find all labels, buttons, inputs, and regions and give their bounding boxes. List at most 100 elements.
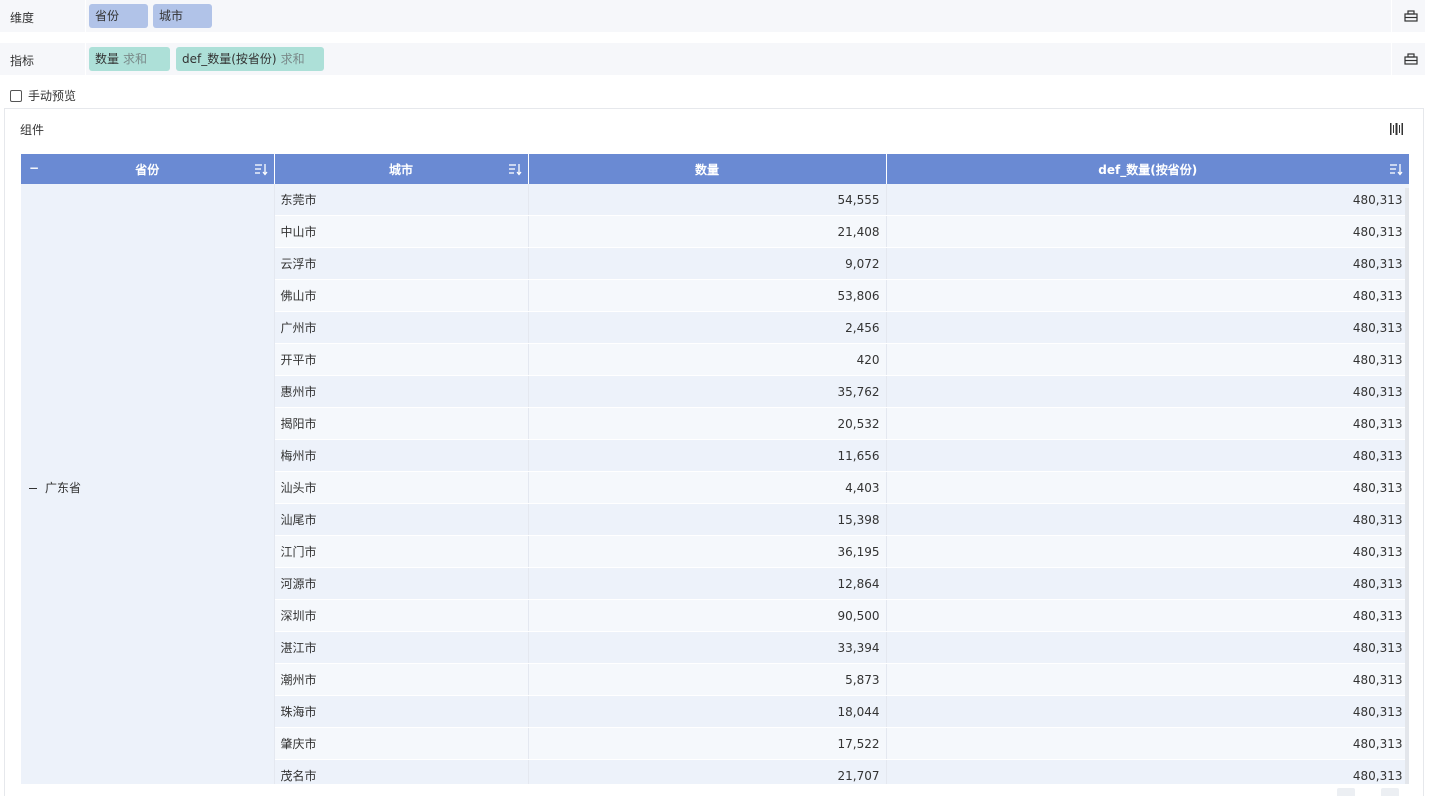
city-cell: 江门市 bbox=[274, 535, 529, 568]
def-quantity-cell: 480,313 bbox=[886, 215, 1409, 248]
def-quantity-cell: 480,313 bbox=[886, 631, 1409, 664]
city-cell: 汕头市 bbox=[274, 471, 529, 504]
settings-box-icon[interactable] bbox=[1403, 8, 1419, 24]
header-def-quantity[interactable]: def_数量(按省份) bbox=[886, 154, 1409, 184]
quantity-cell: 90,500 bbox=[528, 599, 887, 632]
component-panel: 组件 − 省份 城市 数量 def_数量(按省份) 广东省 东莞市 54,555… bbox=[4, 108, 1424, 796]
dimension-label: 维度 bbox=[10, 11, 35, 25]
quantity-cell: 12,864 bbox=[528, 567, 887, 600]
def-quantity-cell: 480,313 bbox=[886, 695, 1409, 728]
city-cell: 茂名市 bbox=[274, 759, 529, 784]
def-quantity-cell: 480,313 bbox=[886, 407, 1409, 440]
metric-row: 指标 数量 求和 def_数量(按省份) 求和 bbox=[0, 43, 1425, 75]
city-cell: 深圳市 bbox=[274, 599, 529, 632]
sort-icon[interactable] bbox=[508, 162, 522, 176]
def-quantity-cell: 480,313 bbox=[886, 471, 1409, 504]
quantity-cell: 11,656 bbox=[528, 439, 887, 472]
sort-icon[interactable] bbox=[254, 162, 268, 176]
def-quantity-cell: 480,313 bbox=[886, 247, 1409, 280]
city-cell: 潮州市 bbox=[274, 663, 529, 696]
def-quantity-cell: 480,313 bbox=[886, 599, 1409, 632]
dimension-chip-province[interactable]: 省份 bbox=[89, 4, 148, 28]
barcode-icon[interactable] bbox=[1389, 122, 1405, 136]
data-table: − 省份 城市 数量 def_数量(按省份) 广东省 东莞市 54,555 48… bbox=[21, 154, 1409, 784]
def-quantity-cell: 480,313 bbox=[886, 503, 1409, 536]
def-quantity-cell: 480,313 bbox=[886, 663, 1409, 696]
metric-chip-name: def_数量(按省份) bbox=[182, 52, 277, 66]
manual-preview-toggle[interactable]: 手动预览 bbox=[10, 87, 76, 104]
metric-chip-def-quantity[interactable]: def_数量(按省份) 求和 bbox=[176, 47, 324, 71]
city-cell: 珠海市 bbox=[274, 695, 529, 728]
city-cell: 河源市 bbox=[274, 567, 529, 600]
city-cell: 汕尾市 bbox=[274, 503, 529, 536]
header-quantity[interactable]: 数量 bbox=[528, 154, 887, 184]
city-cell: 云浮市 bbox=[274, 247, 529, 280]
city-cell: 东莞市 bbox=[274, 184, 529, 216]
def-quantity-cell: 480,313 bbox=[886, 535, 1409, 568]
quantity-cell: 9,072 bbox=[528, 247, 887, 280]
city-cell: 惠州市 bbox=[274, 375, 529, 408]
city-cell: 梅州市 bbox=[274, 439, 529, 472]
quantity-cell: 53,806 bbox=[528, 279, 887, 312]
manual-preview-checkbox[interactable] bbox=[10, 89, 22, 102]
def-quantity-cell: 480,313 bbox=[886, 567, 1409, 600]
manual-preview-label: 手动预览 bbox=[28, 89, 77, 103]
def-quantity-cell: 480,313 bbox=[886, 759, 1409, 784]
city-cell: 湛江市 bbox=[274, 631, 529, 664]
quantity-cell: 15,398 bbox=[528, 503, 887, 536]
quantity-cell: 17,522 bbox=[528, 727, 887, 760]
def-quantity-cell: 480,313 bbox=[886, 311, 1409, 344]
quantity-cell: 5,873 bbox=[528, 663, 887, 696]
header-label: def_数量(按省份) bbox=[1098, 162, 1198, 177]
city-cell: 肇庆市 bbox=[274, 727, 529, 760]
vertical-scrollbar[interactable] bbox=[1405, 188, 1409, 784]
sort-icon[interactable] bbox=[1389, 162, 1403, 176]
city-cell: 广州市 bbox=[274, 311, 529, 344]
dimension-drop-area[interactable]: 省份 城市 bbox=[85, 0, 1392, 32]
quantity-cell: 21,707 bbox=[528, 759, 887, 784]
header-province[interactable]: − 省份 bbox=[21, 154, 275, 184]
def-quantity-cell: 480,313 bbox=[886, 375, 1409, 408]
quantity-cell: 20,532 bbox=[528, 407, 887, 440]
metric-label: 指标 bbox=[10, 54, 35, 68]
table-row: 广东省 东莞市 54,555 480,313 bbox=[21, 184, 1409, 784]
pagination-current[interactable] bbox=[1359, 788, 1377, 796]
def-quantity-cell: 480,313 bbox=[886, 727, 1409, 760]
city-cell: 开平市 bbox=[274, 343, 529, 376]
city-cell: 揭阳市 bbox=[274, 407, 529, 440]
pagination bbox=[1337, 788, 1399, 796]
city-cell: 佛山市 bbox=[274, 279, 529, 312]
header-city[interactable]: 城市 bbox=[274, 154, 529, 184]
quantity-cell: 18,044 bbox=[528, 695, 887, 728]
metric-chip-agg: 求和 bbox=[280, 52, 305, 66]
table-header-row: − 省份 城市 数量 def_数量(按省份) bbox=[21, 154, 1409, 184]
quantity-cell: 36,195 bbox=[528, 535, 887, 568]
quantity-cell: 54,555 bbox=[528, 184, 887, 216]
header-label: 城市 bbox=[388, 162, 413, 177]
def-quantity-cell: 480,313 bbox=[886, 279, 1409, 312]
def-quantity-cell: 480,313 bbox=[886, 343, 1409, 376]
metric-chip-quantity[interactable]: 数量 求和 bbox=[89, 47, 170, 71]
province-cell[interactable]: 广东省 bbox=[21, 184, 275, 784]
settings-box-icon[interactable] bbox=[1403, 51, 1419, 67]
header-label: 数量 bbox=[694, 162, 719, 177]
quantity-cell: 420 bbox=[528, 343, 887, 376]
collapse-icon[interactable]: − bbox=[29, 161, 39, 175]
pagination-prev[interactable] bbox=[1337, 788, 1355, 796]
quantity-cell: 2,456 bbox=[528, 311, 887, 344]
def-quantity-cell: 480,313 bbox=[886, 439, 1409, 472]
dimension-chip-city[interactable]: 城市 bbox=[153, 4, 212, 28]
collapse-icon[interactable] bbox=[29, 488, 37, 489]
quantity-cell: 4,403 bbox=[528, 471, 887, 504]
metric-chip-name: 数量 bbox=[95, 52, 120, 66]
header-label: 省份 bbox=[135, 162, 160, 177]
dimension-row: 维度 省份 城市 bbox=[0, 0, 1425, 32]
quantity-cell: 35,762 bbox=[528, 375, 887, 408]
province-label: 广东省 bbox=[45, 481, 82, 495]
metric-drop-area[interactable]: 数量 求和 def_数量(按省份) 求和 bbox=[85, 43, 1392, 75]
city-cell: 中山市 bbox=[274, 215, 529, 248]
quantity-cell: 33,394 bbox=[528, 631, 887, 664]
quantity-cell: 21,408 bbox=[528, 215, 887, 248]
pagination-next[interactable] bbox=[1381, 788, 1399, 796]
metric-chip-agg: 求和 bbox=[123, 52, 148, 66]
